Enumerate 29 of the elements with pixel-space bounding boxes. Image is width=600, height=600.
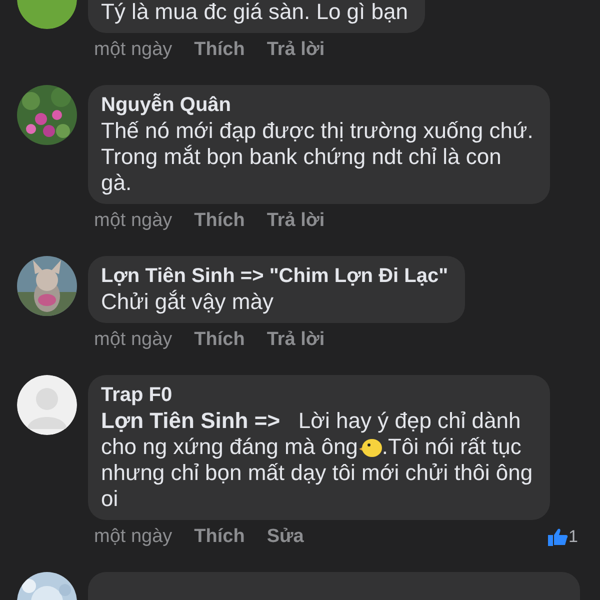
comment-text: Thế nó mới đạp được thị trường xuống chứ. [101, 118, 534, 144]
comment-action[interactable]: Thích [194, 210, 245, 232]
like-count: 1 [568, 527, 578, 547]
chick-icon [358, 436, 382, 458]
comment-text: oi [101, 486, 118, 512]
comment-text: gà. [101, 170, 132, 196]
comment-text: Trong mắt bọn bank chứng ndt chỉ là con [101, 144, 502, 170]
comment-text: cho ng xứng đáng mà ông [101, 434, 358, 460]
comment-time: một ngày [94, 39, 172, 61]
comment-action[interactable]: Trả lời [266, 210, 325, 232]
avatar[interactable] [17, 375, 77, 435]
comment-time: một ngày [94, 526, 172, 548]
comment-action[interactable]: Sửa [266, 526, 304, 548]
comment-text: .Tôi nói rất tục [382, 434, 522, 460]
comment-text: Chửi gắt vậy mày [101, 289, 274, 315]
comment-action[interactable]: Trả lời [266, 39, 325, 61]
comment-text: Tý là mua đc giá sàn. Lo gì bạn [101, 0, 408, 25]
comment-action[interactable]: Thích [194, 39, 245, 61]
comment-time: một ngày [94, 329, 172, 351]
comment-text: Lợn Tiên Sinh => Lời hay ý đẹp chỉ dành [101, 408, 521, 434]
comment-time: một ngày [94, 210, 172, 232]
comment-text: nhưng chỉ bọn mất dạy tôi mới chửi thôi ông [101, 460, 533, 486]
comment-action[interactable]: Thích [194, 526, 245, 548]
comment-author[interactable]: Nguyễn Quân [101, 92, 534, 118]
comment-author[interactable]: Lợn Tiên Sinh => "Chim Lợn Đi Lạc" [101, 263, 448, 289]
like-icon[interactable] [548, 528, 568, 546]
comment-author[interactable]: Trap F0 [101, 382, 533, 408]
comment-action[interactable]: Thích [194, 329, 245, 351]
comment-action[interactable]: Trả lời [266, 329, 325, 351]
